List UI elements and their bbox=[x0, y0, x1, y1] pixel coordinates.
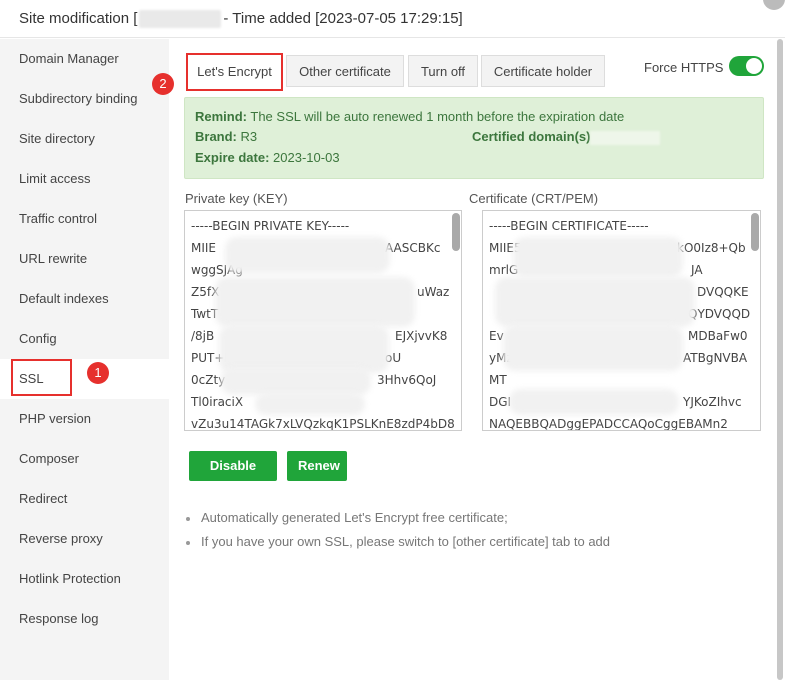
disable-ssl-button[interactable]: Disable SSL bbox=[189, 451, 277, 503]
sidebar-item-response-log[interactable]: Response log bbox=[0, 599, 169, 639]
tab-other-certificate[interactable]: Other certificate bbox=[286, 55, 404, 87]
tip-item: If you have your own SSL, please switch … bbox=[186, 534, 610, 549]
sidebar-item-composer[interactable]: Composer bbox=[0, 439, 169, 479]
sidebar-item-config[interactable]: Config bbox=[0, 319, 169, 359]
force-https-toggle[interactable] bbox=[729, 56, 764, 76]
key-scrollbar-thumb[interactable] bbox=[452, 213, 460, 251]
remind-row: Remind: The SSL will be auto renewed 1 m… bbox=[195, 109, 624, 124]
bullet-icon bbox=[186, 516, 190, 521]
remind-label: Remind: bbox=[195, 109, 247, 124]
sidebar-item-reverse-proxy[interactable]: Reverse proxy bbox=[0, 519, 169, 559]
cert-scrollbar-thumb[interactable] bbox=[751, 213, 759, 251]
expire-label: Expire date: bbox=[195, 150, 270, 165]
sidebar-item-traffic-control[interactable]: Traffic control bbox=[0, 199, 169, 239]
sidebar-item-subdirectory-binding[interactable]: Subdirectory binding bbox=[0, 79, 169, 119]
key-fragment: 3Hhv6QoJ bbox=[377, 373, 437, 387]
cert-line: NAQEBBQADggEPADCCAQoCggEBAMn2 bbox=[489, 417, 728, 431]
key-line: /8jB bbox=[191, 329, 215, 343]
redaction-blur bbox=[255, 393, 365, 415]
cert-line: -----BEGIN CERTIFICATE----- bbox=[489, 219, 649, 233]
ssl-info-panel: Remind: The SSL will be auto renewed 1 m… bbox=[184, 97, 764, 179]
key-line: Tl0iraciX bbox=[191, 395, 244, 409]
sidebar-item-limit-access[interactable]: Limit access bbox=[0, 159, 169, 199]
tip-item: Automatically generated Let's Encrypt fr… bbox=[186, 510, 508, 525]
key-line: vZu3u14TAGk7xLVQzkqK1PSLKnE8zdP4bD8 bbox=[191, 417, 455, 431]
expire-value: 2023-10-03 bbox=[273, 150, 340, 165]
tip-text: Automatically generated Let's Encrypt fr… bbox=[201, 510, 508, 525]
tab-lets-encrypt[interactable]: Let's Encrypt bbox=[186, 53, 283, 91]
scrollbar-thumb[interactable] bbox=[777, 39, 783, 680]
private-key-label: Private key (KEY) bbox=[185, 191, 288, 206]
redaction-blur bbox=[509, 389, 679, 415]
cert-fragment: YJKoZIhvc bbox=[683, 395, 742, 409]
ssl-highlight-box bbox=[11, 359, 72, 396]
certificate-textarea[interactable]: -----BEGIN CERTIFICATE----- MIIE5 mrlG y… bbox=[482, 210, 761, 431]
private-key-textarea[interactable]: -----BEGIN PRIVATE KEY----- MIIE wggSJAg… bbox=[184, 210, 462, 431]
redacted-site-name bbox=[139, 10, 222, 29]
sidebar-item-hotlink-protection[interactable]: Hotlink Protection bbox=[0, 559, 169, 599]
toggle-knob bbox=[746, 58, 762, 74]
title-suffix: - Time added [2023-07-05 17:29:15] bbox=[223, 10, 463, 27]
sidebar-item-redirect[interactable]: Redirect bbox=[0, 479, 169, 519]
key-fragment: AASCBKc bbox=[385, 241, 441, 255]
remind-text: The SSL will be auto renewed 1 month bef… bbox=[250, 109, 625, 124]
tab-turn-off[interactable]: Turn off bbox=[408, 55, 478, 87]
cert-line: Ev bbox=[489, 329, 504, 343]
cert-fragment: DVQQKE bbox=[697, 285, 749, 299]
window-titlebar: Site modification [ - Time added [2023-07… bbox=[0, 0, 785, 38]
key-fragment: EJXjvvK8 bbox=[395, 329, 448, 343]
cert-fragment: kO0Iz8+Qb bbox=[677, 241, 746, 255]
window-title: Site modification [ - Time added [2023-07… bbox=[19, 10, 463, 29]
renew-button[interactable]: Renew bbox=[287, 451, 347, 481]
certified-domain-row: Certified domain(s) bbox=[472, 129, 661, 145]
redaction-blur bbox=[215, 277, 415, 327]
bullet-icon bbox=[186, 540, 190, 545]
sidebar-item-url-rewrite[interactable]: URL rewrite bbox=[0, 239, 169, 279]
brand-value: R3 bbox=[240, 129, 258, 144]
expire-row: Expire date: 2023-10-03 bbox=[195, 150, 340, 165]
close-icon[interactable] bbox=[763, 0, 785, 10]
redaction-blur bbox=[225, 237, 390, 273]
cert-line: MT bbox=[489, 373, 507, 387]
redaction-blur bbox=[513, 237, 683, 277]
cert-fragment: JA bbox=[691, 263, 703, 277]
redaction-blur bbox=[221, 367, 371, 395]
sidebar-item-site-directory[interactable]: Site directory bbox=[0, 119, 169, 159]
key-fragment: uWaz bbox=[417, 285, 450, 299]
step-badge-1: 1 bbox=[87, 362, 109, 384]
sidebar-item-default-indexes[interactable]: Default indexes bbox=[0, 279, 169, 319]
tab-certificate-holder[interactable]: Certificate holder bbox=[481, 55, 605, 87]
cert-line: DGI bbox=[489, 395, 512, 409]
cert-fragment: ATBgNVBA bbox=[683, 351, 748, 365]
sidebar-item-domain-manager[interactable]: Domain Manager bbox=[0, 39, 169, 79]
key-line: MIIE bbox=[191, 241, 217, 255]
title-prefix: Site modification [ bbox=[19, 10, 138, 27]
step-badge-2: 2 bbox=[152, 73, 174, 95]
redaction-blur bbox=[503, 325, 683, 371]
cert-fragment: QYDVQQD bbox=[688, 307, 751, 321]
key-line: -----BEGIN PRIVATE KEY----- bbox=[191, 219, 350, 233]
redacted-domain bbox=[590, 130, 661, 145]
redaction-blur bbox=[219, 325, 389, 373]
brand-row: Brand: R3 bbox=[195, 129, 257, 144]
brand-label: Brand: bbox=[195, 129, 237, 144]
certified-domain-label: Certified domain(s) bbox=[472, 129, 591, 144]
force-https-label: Force HTTPS bbox=[644, 60, 724, 75]
redaction-blur bbox=[495, 277, 695, 327]
tip-text: If you have your own SSL, please switch … bbox=[201, 534, 611, 549]
cert-fragment: MDBaFw0 bbox=[688, 329, 748, 343]
sidebar-item-php-version[interactable]: PHP version bbox=[0, 399, 169, 439]
certificate-label: Certificate (CRT/PEM) bbox=[469, 191, 599, 206]
